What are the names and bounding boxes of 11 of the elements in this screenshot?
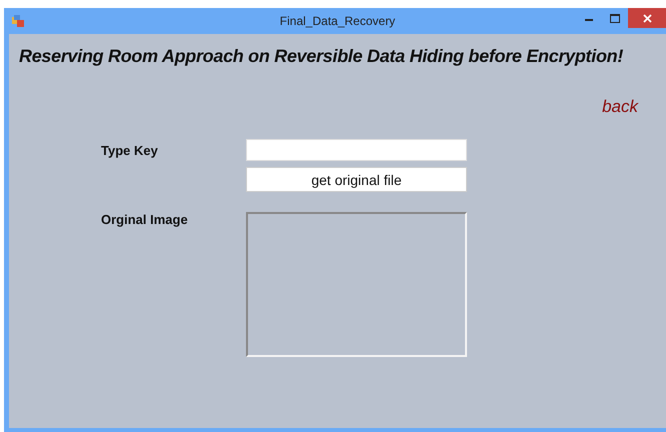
key-input-field[interactable] bbox=[246, 139, 467, 161]
field-label: Type Key bbox=[101, 142, 159, 158]
back-link[interactable]: back bbox=[602, 97, 638, 117]
page-heading: Reserving Room Approach on Reversible Data Hiding before Encryption! bbox=[19, 46, 624, 67]
close-icon bbox=[642, 14, 652, 22]
app-icon bbox=[12, 15, 24, 27]
maximize-icon bbox=[610, 14, 620, 22]
get-file-button[interactable]: get original file bbox=[246, 167, 467, 192]
close-button[interactable] bbox=[628, 8, 666, 28]
image-label: Orginal Image bbox=[101, 212, 189, 227]
window-title: Final_Data_Recovery bbox=[280, 14, 396, 28]
